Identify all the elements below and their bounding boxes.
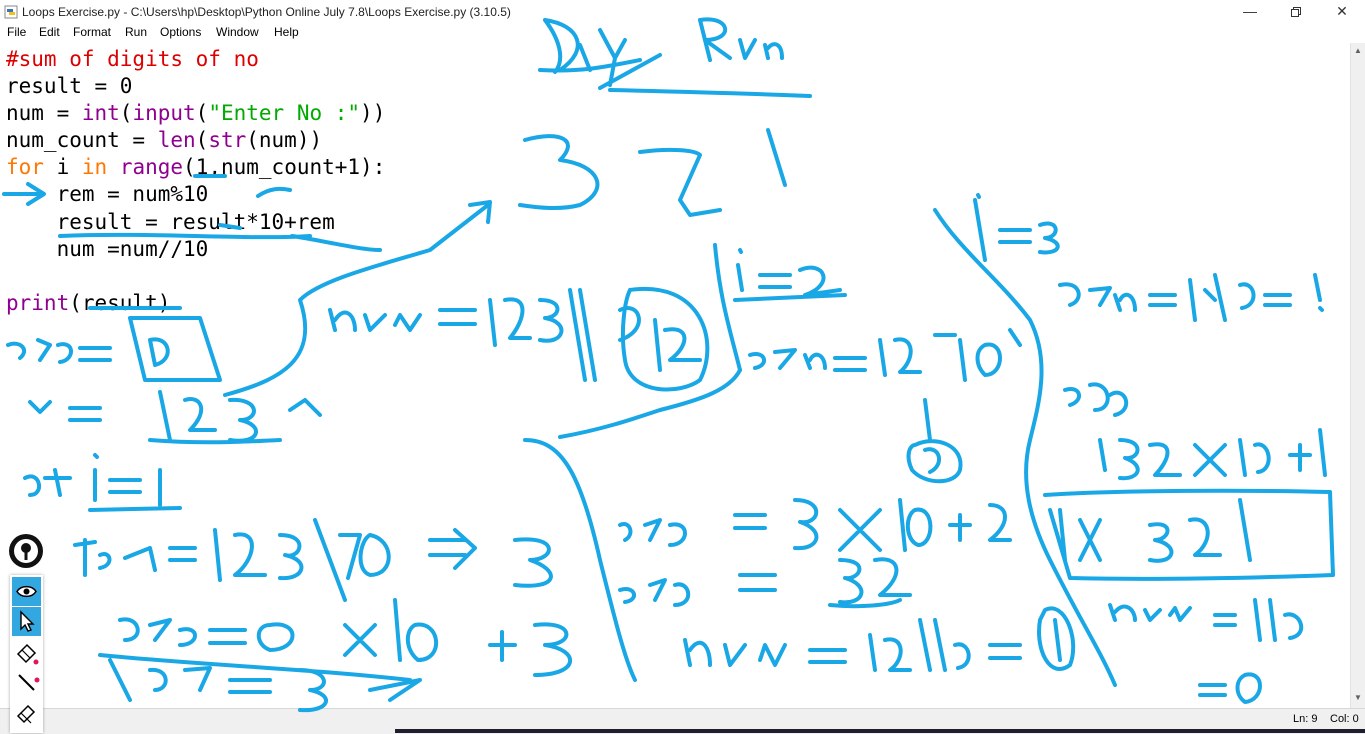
code-text[interactable]: #sum of digits of no result = 0 num = in… xyxy=(6,46,385,317)
minimize-button[interactable]: — xyxy=(1227,0,1273,24)
code-token: num_count = xyxy=(6,128,158,153)
restore-icon xyxy=(1291,7,1301,17)
code-token: ( xyxy=(119,101,133,126)
window-title: Loops Exercise.py - C:\Users\hp\Desktop\… xyxy=(22,5,511,19)
menu-file[interactable]: File xyxy=(7,25,26,39)
eye-tool-button[interactable] xyxy=(12,577,41,606)
code-token: ( xyxy=(195,101,209,126)
vertical-scrollbar[interactable]: ▲ ▼ xyxy=(1350,43,1365,708)
code-builtin: range xyxy=(119,155,184,180)
eraser-tool-button[interactable] xyxy=(12,638,41,667)
pen-icon xyxy=(18,674,40,691)
menu-bar: File Edit Format Run Options Window Help xyxy=(0,24,1365,43)
code-token: (1,num_count+1): xyxy=(183,155,386,180)
scroll-up-icon[interactable]: ▲ xyxy=(1354,46,1362,55)
code-line: rem = num%10 xyxy=(6,182,209,207)
code-builtin: print xyxy=(6,290,70,315)
code-token: )) xyxy=(360,101,386,126)
menu-format[interactable]: Format xyxy=(73,25,111,39)
eye-icon xyxy=(16,585,37,598)
code-token: num = xyxy=(6,101,82,126)
code-builtin: input xyxy=(132,101,196,126)
code-builtin: str xyxy=(208,128,247,153)
code-token: ( xyxy=(195,128,209,153)
minimize-icon: — xyxy=(1243,3,1257,19)
annotation-toolbar xyxy=(10,575,43,733)
menu-options[interactable]: Options xyxy=(160,25,201,39)
taskbar-strip xyxy=(395,729,1365,733)
status-col: Col: 0 xyxy=(1330,713,1359,725)
pointer-icon xyxy=(20,610,35,632)
pen-tool-button[interactable] xyxy=(12,668,41,697)
pen-logo-icon xyxy=(14,539,38,563)
code-token: i xyxy=(43,155,82,180)
close-button[interactable]: ✕ xyxy=(1319,0,1365,24)
code-line: result = result*10+rem xyxy=(6,209,335,234)
highlighter-icon xyxy=(16,704,36,724)
status-line: Ln: 9 xyxy=(1293,713,1318,725)
code-comment: #sum of digits of no xyxy=(6,47,259,71)
code-line: result = 0 xyxy=(6,74,133,99)
title-bar: Loops Exercise.py - C:\Users\hp\Desktop\… xyxy=(0,0,1365,24)
pointer-tool-button[interactable] xyxy=(12,607,41,636)
code-line: num =num//10 xyxy=(6,236,209,261)
eraser-icon xyxy=(16,643,39,665)
code-editor[interactable]: #sum of digits of no result = 0 num = in… xyxy=(0,43,1350,708)
menu-help[interactable]: Help xyxy=(274,25,299,39)
code-keyword: for xyxy=(6,155,44,180)
code-builtin: int xyxy=(81,101,120,126)
python-file-icon xyxy=(4,5,18,19)
code-string: "Enter No :" xyxy=(208,101,361,126)
annotation-app-logo[interactable] xyxy=(9,534,43,568)
menu-run[interactable]: Run xyxy=(125,25,147,39)
code-keyword: in xyxy=(81,155,108,180)
highlighter-tool-button[interactable] xyxy=(12,698,41,727)
restore-button[interactable] xyxy=(1273,0,1319,24)
menu-window[interactable]: Window xyxy=(216,25,259,39)
code-builtin: len xyxy=(157,128,196,153)
menu-edit[interactable]: Edit xyxy=(39,25,60,39)
close-icon: ✕ xyxy=(1336,3,1348,19)
scroll-down-icon[interactable]: ▼ xyxy=(1354,693,1362,702)
code-token: (result) xyxy=(69,290,171,315)
code-token: (num)) xyxy=(246,128,323,153)
